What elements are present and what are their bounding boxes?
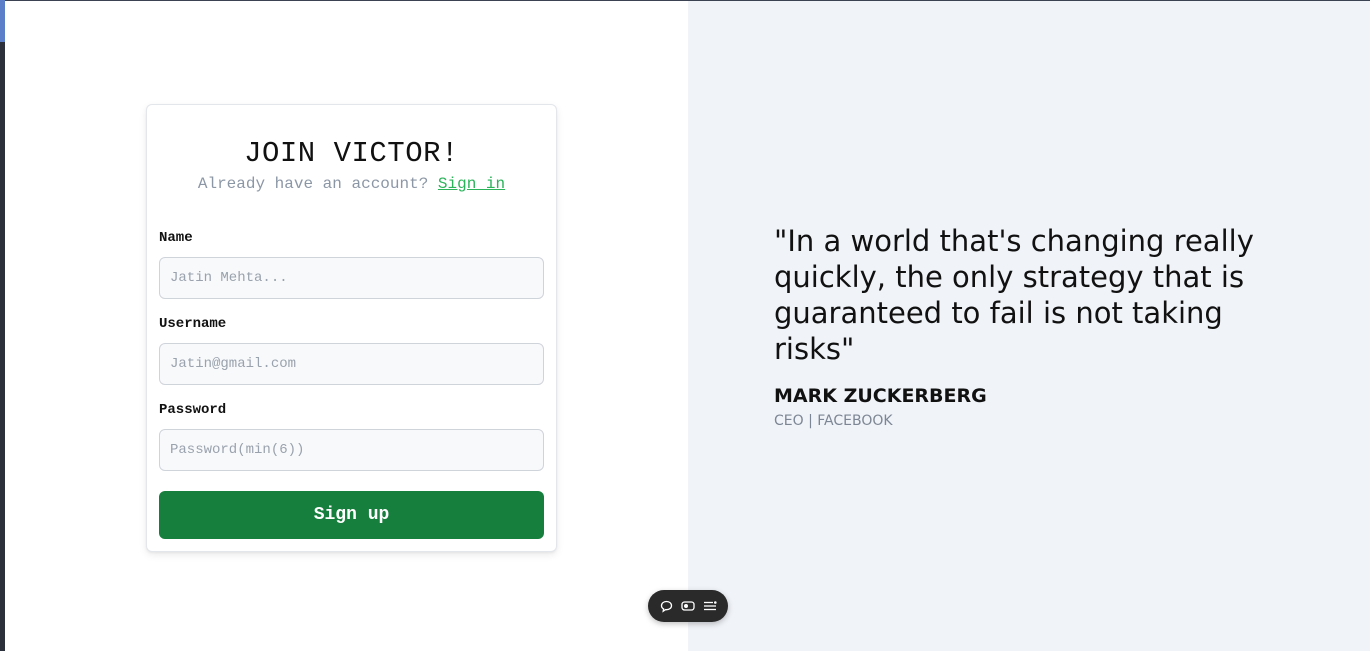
password-input[interactable] [159, 429, 544, 471]
quote-author-name: MARK ZUCKERBERG [774, 385, 987, 407]
signup-card: JOIN VICTOR! Already have an account? Si… [146, 104, 557, 552]
comment-icon[interactable] [658, 598, 674, 614]
signin-prompt: Already have an account? Sign in [147, 175, 556, 193]
signup-pane: JOIN VICTOR! Already have an account? Si… [5, 1, 688, 651]
browser-viewport: JOIN VICTOR! Already have an account? Si… [0, 0, 1370, 651]
quote-pane: "In a world that's changing really quick… [688, 1, 1370, 651]
signup-title: JOIN VICTOR! [244, 137, 459, 170]
signin-prompt-text: Already have an account? [197, 175, 429, 193]
menu-list-icon[interactable] [702, 598, 718, 614]
toggle-icon[interactable] [680, 598, 696, 614]
name-label: Name [159, 230, 193, 246]
quote-author-title: CEO | FACEBOOK [774, 413, 893, 429]
signin-link[interactable]: Sign in [438, 175, 505, 193]
quote-text: "In a world that's changing really quick… [774, 224, 1254, 366]
floating-toolbar [648, 590, 728, 622]
username-input[interactable] [159, 343, 544, 385]
signup-button[interactable]: Sign up [159, 491, 544, 539]
password-label: Password [159, 402, 227, 418]
username-label: Username [159, 316, 227, 332]
name-input[interactable] [159, 257, 544, 299]
